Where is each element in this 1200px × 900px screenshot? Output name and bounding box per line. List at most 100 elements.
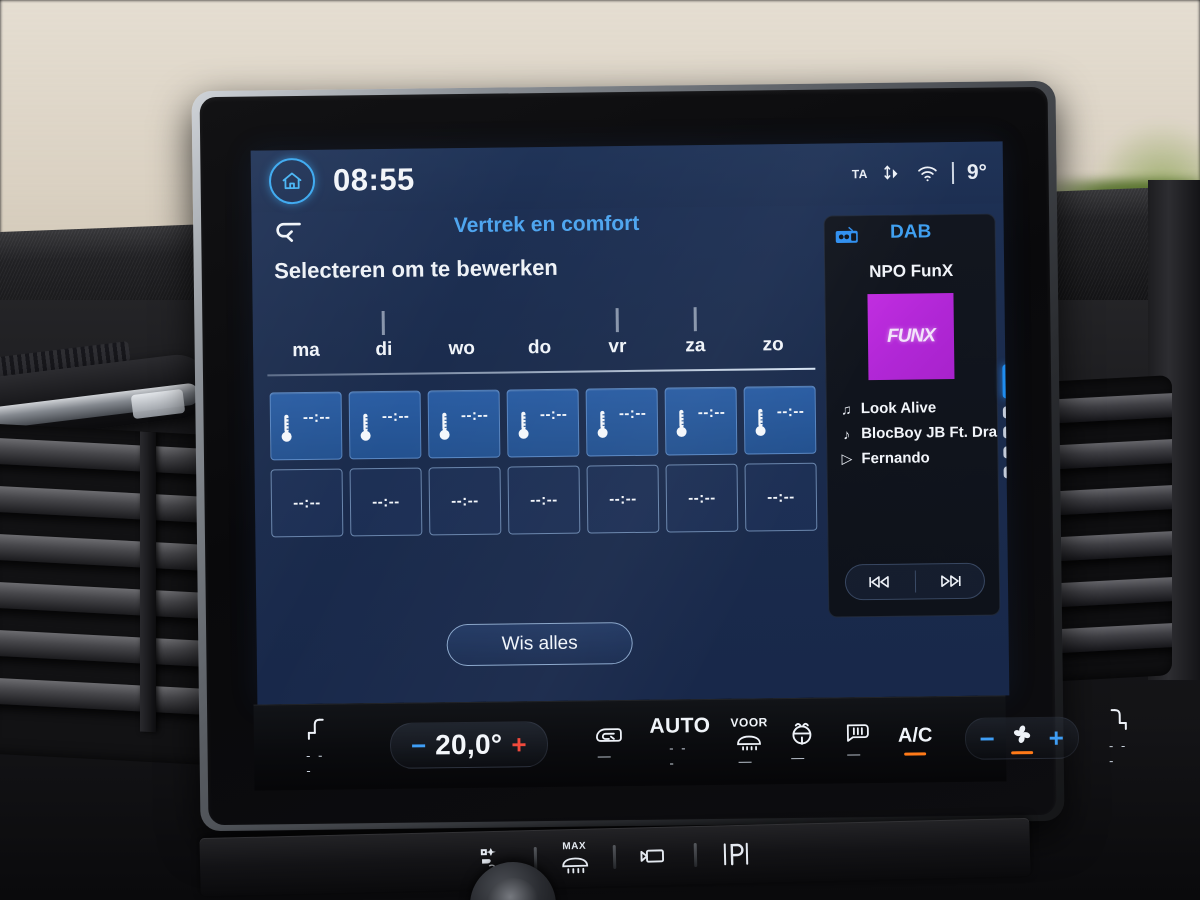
home-icon (282, 172, 302, 190)
schedule-cell[interactable]: --:-- (427, 389, 501, 459)
clear-all-label: Wis alles (501, 632, 578, 655)
auto-label: AUTO (649, 714, 711, 738)
play-triangle-icon: ▷ (841, 450, 853, 467)
rear-defrost-state: — (847, 745, 863, 761)
temperature-decrease-button[interactable]: − (411, 730, 427, 760)
cell-time: --:-- (293, 494, 321, 512)
cell-time: --:-- (451, 492, 479, 510)
day-tick (693, 307, 697, 332)
track-artist-row: ♪ BlocBoy JB Ft. Dra (839, 419, 999, 446)
signal-icon (884, 165, 898, 180)
fan-speed-control[interactable]: − + (964, 716, 1080, 760)
front-defrost-state: — (738, 752, 754, 769)
fan-decrease-button[interactable]: − (979, 724, 995, 754)
driver-seat-heater-button[interactable]: - - - (302, 716, 333, 778)
schedule-cell[interactable]: --:-- (270, 468, 344, 538)
music-note-icon: ♫ (840, 400, 852, 417)
schedule-cell[interactable]: --:-- (269, 391, 343, 461)
schedule-cell[interactable]: --:-- (507, 465, 581, 535)
day-label-za[interactable]: za (656, 335, 734, 358)
camera-icon (639, 849, 664, 863)
schedule-cell[interactable]: --:-- (665, 463, 739, 533)
schedule-cell[interactable]: --:-- (428, 466, 502, 536)
next-track-icon (940, 575, 961, 588)
day-label-wo[interactable]: wo (423, 338, 501, 361)
clock: 08:55 (332, 161, 416, 198)
steering-heat-state: — (791, 749, 807, 765)
day-label-zo[interactable]: zo (734, 334, 812, 357)
ac-active-indicator (904, 751, 927, 756)
ac-label: A/C (897, 723, 933, 747)
previous-track-button[interactable] (846, 565, 915, 600)
day-label-ma[interactable]: ma (267, 339, 345, 362)
day-tick-row (267, 306, 812, 337)
camera-button[interactable] (637, 845, 672, 868)
day-tick (615, 308, 619, 333)
status-icons: TA 9° (852, 161, 987, 187)
button-divider (612, 844, 616, 870)
rear-defrost-button[interactable]: — (844, 720, 872, 761)
max-defrost-button[interactable]: MAX (558, 841, 591, 876)
day-labels: ma di wo do vr za zo (267, 334, 812, 363)
track-info: ♫ Look Alive ♪ BlocBoy JB Ft. Dra ▷ Fern… (839, 394, 1000, 471)
fan-increase-button[interactable]: + (1048, 723, 1064, 753)
front-defrost-button[interactable]: VOOR — (730, 715, 768, 768)
schedule-cell[interactable]: --:-- (664, 386, 738, 456)
day-label-vr[interactable]: vr (578, 336, 656, 359)
recirculation-icon (595, 727, 622, 742)
track-album-row: ▷ Fernando (839, 444, 999, 471)
next-track-button[interactable] (915, 564, 984, 599)
steering-wheel-heater-button[interactable]: — (786, 717, 819, 765)
driver-seat-heater-state: - - - (306, 747, 325, 778)
max-label: MAX (562, 840, 587, 853)
track-artist: BlocBoy JB Ft. Dra (861, 423, 998, 443)
cell-time: --:-- (688, 489, 716, 507)
recirculation-state: — (597, 747, 613, 763)
infotainment-screen[interactable]: 08:55 TA 9° Vertrek en comfort Selectere… (250, 141, 1010, 705)
passenger-seat-heater-button[interactable]: - - - (1104, 706, 1135, 768)
media-panel[interactable]: DAB NPO FunX FUNX ♫ Look Alive ♪ BlocBoy… (823, 213, 1010, 618)
park-brake-button[interactable] (718, 841, 753, 868)
schedule-cell[interactable]: --:-- (744, 462, 818, 532)
page-subtitle: Selecteren om te bewerken (273, 254, 558, 284)
front-defrost-icon (737, 735, 762, 751)
temperature-increase-button[interactable]: + (511, 729, 527, 759)
schedule-cell[interactable]: --:-- (506, 388, 580, 458)
thermometer-icon (281, 414, 292, 442)
cell-time: --:-- (530, 491, 558, 509)
left-vent-adjuster[interactable] (140, 431, 156, 733)
artist-note-icon: ♪ (843, 425, 851, 442)
day-label-do[interactable]: do (501, 337, 579, 360)
auto-climate-button[interactable]: AUTO - - - (649, 714, 711, 771)
recirculation-button[interactable]: — (593, 724, 623, 763)
temperature-control[interactable]: − 20,0° + (389, 721, 548, 769)
home-button[interactable] (268, 157, 316, 205)
album-art: FUNX (867, 293, 955, 381)
park-brake-icon (723, 842, 748, 866)
fan-icon (1013, 725, 1030, 743)
day-label-di[interactable]: di (345, 339, 423, 362)
front-defrost-label: VOOR (730, 714, 768, 730)
schedule-cell[interactable]: --:-- (585, 387, 659, 457)
thermometer-icon (360, 413, 371, 441)
cell-time: --:-- (381, 407, 410, 426)
clear-all-button[interactable]: Wis alles (446, 621, 633, 667)
schedule-cell[interactable]: --:-- (349, 467, 423, 537)
climate-control-bar: - - - − 20,0° + — AUTO - - - VOOR — — — … (253, 695, 1127, 791)
volume-knob-inner (486, 878, 540, 900)
ta-indicator: TA (851, 167, 868, 182)
thermometer-icon (755, 408, 766, 436)
track-album: Fernando (861, 449, 930, 468)
button-divider (693, 843, 697, 868)
schedule-cell[interactable]: --:-- (348, 390, 422, 460)
thermometer-icon (676, 409, 687, 437)
ac-button[interactable]: A/C (897, 723, 933, 756)
media-transport-controls (844, 562, 986, 601)
schedule-cell[interactable]: --:-- (743, 385, 817, 455)
schedule-cell[interactable]: --:-- (586, 464, 660, 534)
day-header-bar: ma di wo do vr za zo (267, 307, 812, 363)
outside-temperature: 9° (966, 160, 988, 184)
auto-state: - - - (669, 740, 688, 771)
cell-time: --:-- (609, 490, 637, 508)
passenger-seat-heater-icon (1110, 709, 1127, 730)
